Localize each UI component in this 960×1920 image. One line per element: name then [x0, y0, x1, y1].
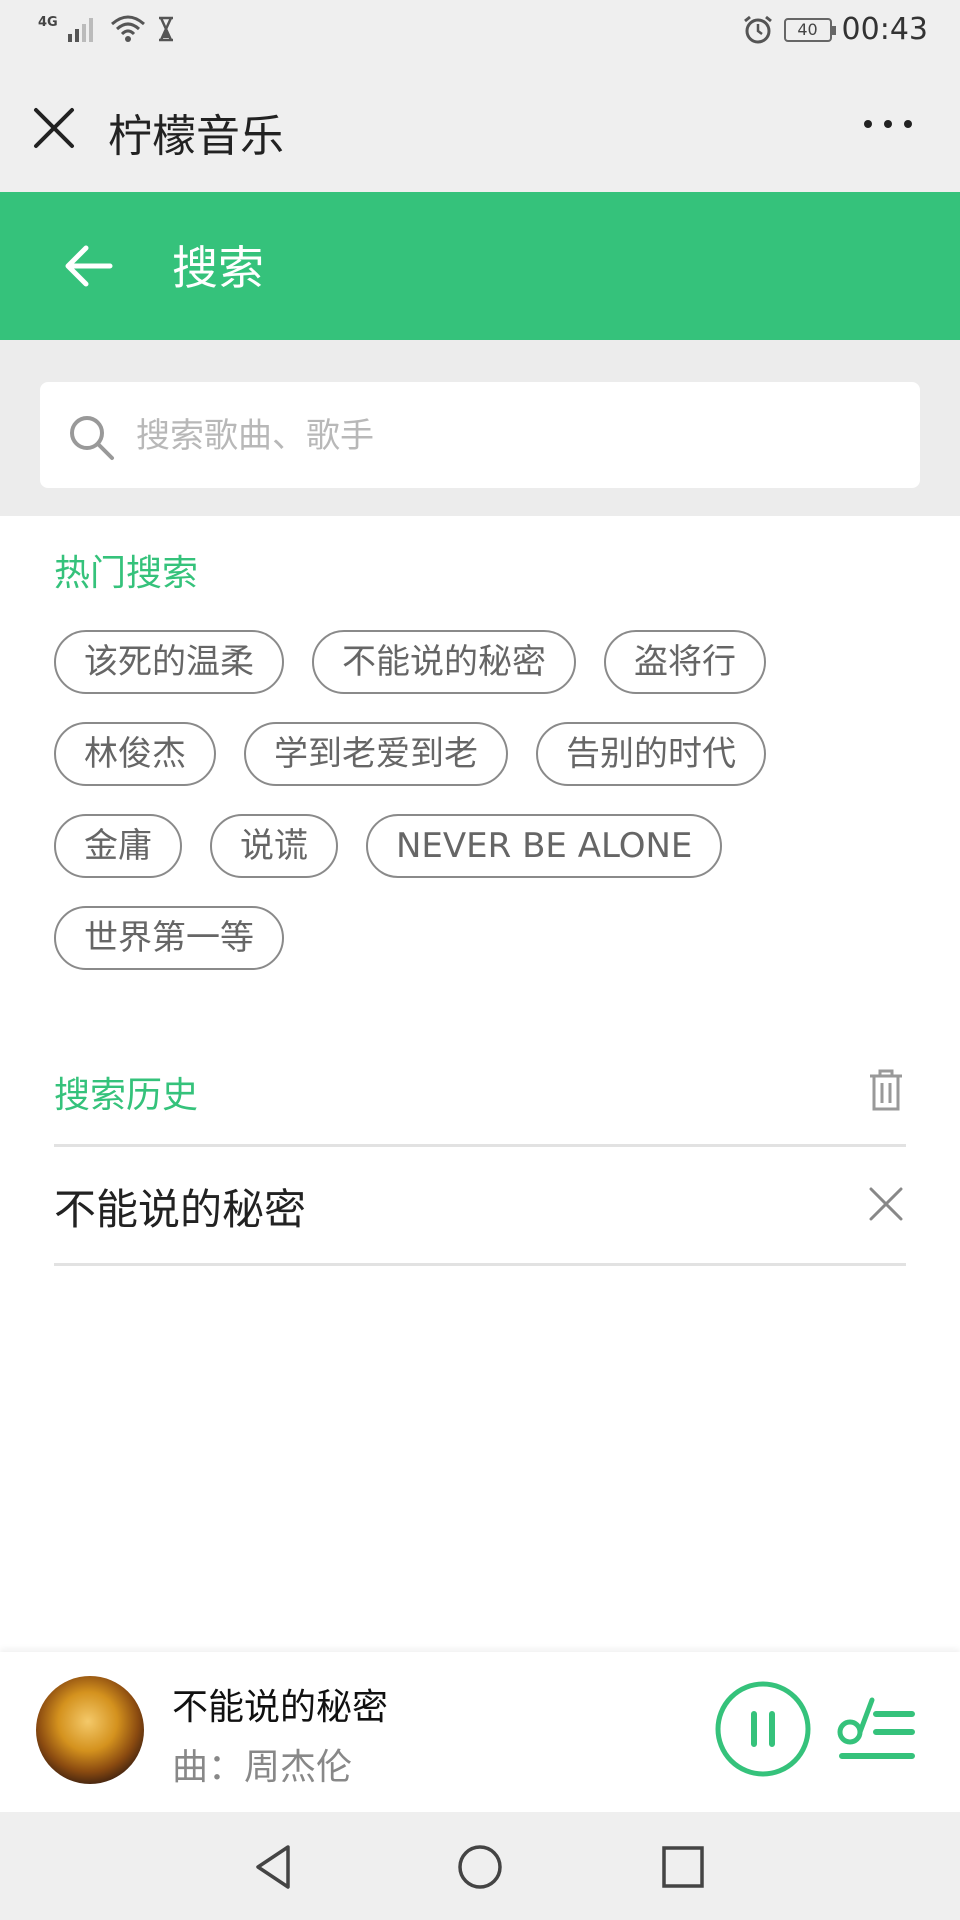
page-title: 搜索: [172, 241, 264, 295]
search-icon: [70, 416, 114, 460]
close-icon[interactable]: [866, 1184, 906, 1224]
song-title: 不能说的秘密: [172, 1687, 389, 1728]
title-bar: 柠檬音乐: [0, 64, 960, 192]
hot-search-label: 热门搜索: [54, 553, 199, 594]
divider: [54, 1263, 906, 1266]
alarm-icon: [743, 15, 772, 43]
status-bar: 4G 40 00:43: [0, 0, 960, 64]
trash-icon[interactable]: [866, 1068, 906, 1112]
back-triangle-icon[interactable]: [250, 1842, 300, 1892]
song-artist: 曲：周杰伦: [172, 1747, 353, 1788]
hourglass-icon: [158, 16, 173, 42]
hot-tag[interactable]: 说谎: [210, 814, 338, 878]
recents-square-icon[interactable]: [658, 1842, 708, 1892]
search-history-label: 搜索历史: [54, 1075, 199, 1116]
hot-tag[interactable]: 不能说的秘密: [312, 630, 576, 694]
app-title: 柠檬音乐: [108, 111, 284, 162]
dot: [904, 120, 912, 128]
status-left: 4G: [38, 14, 176, 42]
hot-search-tags: 该死的温柔 不能说的秘密 盗将行 林俊杰 学到老爱到老 告别的时代 金庸 说谎 …: [54, 630, 914, 970]
hot-tag[interactable]: 该死的温柔: [54, 630, 284, 694]
hot-tag[interactable]: 林俊杰: [54, 722, 216, 786]
battery-indicator: 40: [783, 17, 836, 42]
home-circle-icon[interactable]: [455, 1842, 505, 1892]
wifi-icon: [110, 15, 145, 42]
now-playing-bar[interactable]: 不能说的秘密 曲：周杰伦: [0, 1652, 960, 1812]
search-box[interactable]: [40, 382, 920, 488]
hot-tag[interactable]: 盗将行: [604, 630, 766, 694]
history-item[interactable]: 不能说的秘密: [54, 1176, 306, 1237]
album-cover[interactable]: [36, 1676, 144, 1784]
status-right: 40 00:43: [742, 12, 928, 47]
search-input[interactable]: [134, 404, 898, 468]
page-header: 搜索: [0, 192, 960, 340]
more-dots-icon[interactable]: [864, 120, 912, 128]
dot: [884, 120, 892, 128]
network-type: 4G: [38, 15, 58, 30]
playlist-icon[interactable]: [836, 1694, 916, 1770]
hot-tag[interactable]: NEVER BE ALONE: [366, 814, 723, 878]
dot: [864, 120, 872, 128]
clock: 00:43: [841, 12, 928, 47]
search-area: [0, 340, 960, 516]
hot-tag[interactable]: 金庸: [54, 814, 182, 878]
system-nav-bar: [0, 1812, 960, 1920]
close-icon[interactable]: [30, 104, 78, 152]
back-arrow-icon[interactable]: [60, 238, 116, 294]
hot-tag[interactable]: 告别的时代: [536, 722, 766, 786]
signal-icon: [67, 18, 93, 42]
hot-tag[interactable]: 学到老爱到老: [244, 722, 508, 786]
divider: [54, 1144, 906, 1147]
hot-tag[interactable]: 世界第一等: [54, 906, 284, 970]
pause-icon[interactable]: [714, 1680, 812, 1778]
